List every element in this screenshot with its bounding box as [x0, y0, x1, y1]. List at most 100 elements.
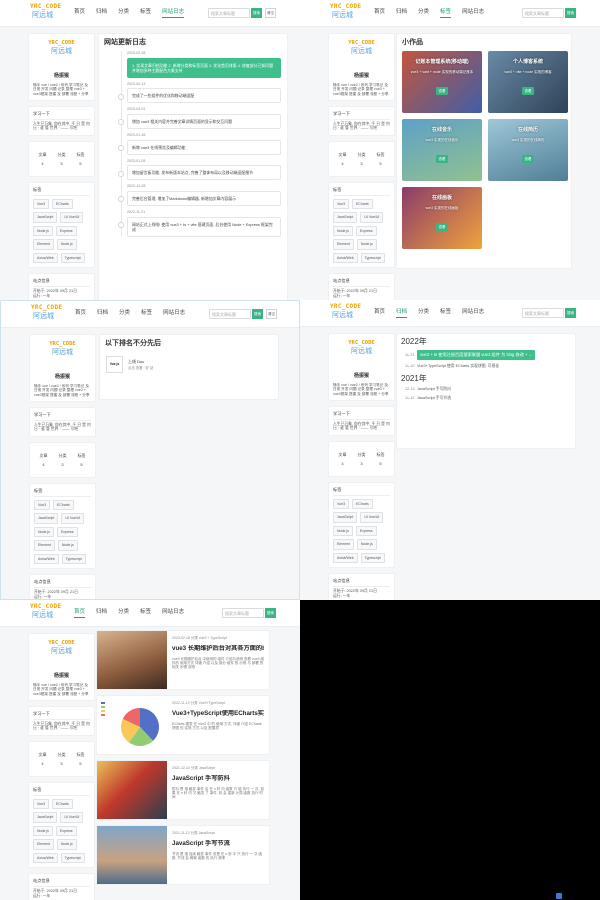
- tag-item[interactable]: Typescript: [60, 252, 85, 264]
- nav-category[interactable]: 分类: [119, 310, 130, 317]
- search-button[interactable]: 搜索: [252, 309, 263, 319]
- article-card[interactable]: 2021-12-10 分类 JavaScript JavaScript 手写防抖防…: [96, 760, 270, 820]
- tag-item[interactable]: Express: [56, 526, 78, 538]
- tag-item[interactable]: Axios/Web: [33, 252, 58, 264]
- view-button[interactable]: 查看: [436, 87, 448, 96]
- tag-item[interactable]: Axios/Web: [34, 553, 59, 565]
- work-tile[interactable]: 在线音乐 vue3 实现的在线音乐 查看: [402, 119, 482, 182]
- tag-item[interactable]: Element: [33, 839, 54, 850]
- nav-tags[interactable]: 标签: [440, 309, 451, 318]
- tag-item[interactable]: Node.js: [56, 839, 77, 850]
- tag-item[interactable]: Node.js: [34, 526, 54, 538]
- tag-item[interactable]: ECharts: [352, 198, 373, 210]
- article-card[interactable]: 2023-02-18 分类 vue3 + TypeScript vue3 长期维护…: [96, 630, 270, 690]
- article-card[interactable]: 2021-11-12 分类 JavaScript JavaScript 手写节流节…: [96, 825, 270, 885]
- archive-item[interactable]: 11-10 Vue3+TypeScript 使用 ECharts 实现饼图, 可视…: [397, 362, 575, 371]
- nav-site-log[interactable]: 网站日志: [162, 9, 185, 19]
- nav-site-log[interactable]: 网站日志: [162, 609, 184, 618]
- link-item[interactable]: Vue.js 上线 Doc 点击 查看 · 好 站: [100, 352, 278, 377]
- nav-site-log[interactable]: 网站日志: [163, 310, 185, 317]
- tag-item[interactable]: Axios/Web: [33, 852, 58, 864]
- tag-item[interactable]: Typescript: [360, 252, 385, 264]
- nav-tags[interactable]: 标签: [440, 9, 452, 19]
- stat-categories[interactable]: 分类 3: [59, 453, 67, 467]
- view-button[interactable]: 查看: [436, 223, 448, 232]
- work-tile[interactable]: 在线简历 vue3 实现的在线简历 查看: [488, 119, 568, 182]
- view-button[interactable]: 查看: [436, 155, 448, 164]
- tag-item[interactable]: Element: [333, 539, 354, 550]
- nav-home[interactable]: 首页: [374, 9, 385, 18]
- tag-item[interactable]: Express: [355, 225, 377, 237]
- article-title[interactable]: vue3 长期维护后台对其各方面的blog显示: [172, 645, 264, 653]
- article-thumbnail[interactable]: [97, 696, 167, 754]
- article-thumbnail[interactable]: [97, 631, 167, 689]
- nav-category[interactable]: 分类: [418, 309, 429, 318]
- tag-item[interactable]: Element: [34, 540, 55, 551]
- tag-item[interactable]: Typescript: [60, 852, 85, 864]
- nav-archive[interactable]: 归档: [96, 9, 107, 18]
- search-input[interactable]: 搜索文章标题: [209, 309, 251, 319]
- search-button[interactable]: 搜索: [251, 8, 262, 18]
- stat-categories[interactable]: 分类 3: [58, 752, 66, 766]
- nav-tags[interactable]: 标签: [140, 609, 151, 618]
- nav-home[interactable]: 首页: [74, 609, 86, 619]
- nav-site-log[interactable]: 网站日志: [462, 9, 484, 18]
- stat-articles[interactable]: 文章 4: [339, 452, 347, 466]
- search-input[interactable]: 搜索文章标题: [208, 8, 250, 18]
- tag-item[interactable]: JavaScript: [33, 212, 58, 223]
- tag-item[interactable]: Express: [55, 225, 77, 237]
- tag-item[interactable]: Vue3: [333, 198, 350, 210]
- tag-item[interactable]: Node.js: [356, 539, 377, 550]
- site-logo[interactable]: YRC_CODE 阿远城: [30, 3, 61, 23]
- tag-item[interactable]: Express: [355, 525, 377, 537]
- tag-item[interactable]: ECharts: [52, 198, 73, 210]
- tag-item[interactable]: Express: [55, 825, 77, 837]
- tag-item[interactable]: Node.js: [33, 225, 53, 237]
- archive-item[interactable]: 11-21 vue3 + ts 使用注册百度搜索联盟 vue3 组件 为 blog…: [397, 348, 575, 361]
- clear-button[interactable]: 清空: [266, 309, 277, 319]
- archive-item[interactable]: 12-10 JavaScript 手写防抖: [397, 385, 575, 394]
- tag-item[interactable]: JavaScript: [333, 512, 358, 523]
- stat-articles[interactable]: 文章 4: [39, 752, 47, 766]
- tag-item[interactable]: ECharts: [53, 499, 74, 511]
- search-button[interactable]: 搜索: [565, 308, 576, 318]
- article-title[interactable]: Vue3+TypeScript使用ECharts实现饼图, 可视: [172, 710, 264, 718]
- nav-home[interactable]: 首页: [75, 310, 86, 317]
- stat-tags[interactable]: 标签 5: [377, 152, 385, 166]
- tag-item[interactable]: UI Vue/UI: [61, 513, 85, 524]
- article-card[interactable]: 2022-11-10 分类 Vue3+TypeScript Vue3+TypeSc…: [96, 695, 270, 755]
- article-thumbnail[interactable]: [97, 826, 167, 884]
- tag-item[interactable]: JavaScript: [34, 513, 59, 524]
- nav-archive[interactable]: 归档: [96, 609, 107, 618]
- work-tile[interactable]: 在线画板 vue3 实现的在线画板 查看: [402, 187, 482, 250]
- tag-item[interactable]: ECharts: [352, 498, 373, 510]
- tag-item[interactable]: JavaScript: [333, 212, 358, 223]
- stat-categories[interactable]: 分类 3: [358, 152, 366, 166]
- tag-item[interactable]: UI Vue/UI: [60, 812, 84, 823]
- tag-item[interactable]: Axios/Web: [333, 552, 358, 564]
- search-button[interactable]: 搜索: [265, 608, 276, 618]
- stat-tags[interactable]: 标签 5: [77, 752, 85, 766]
- view-button[interactable]: 查看: [522, 87, 534, 96]
- nav-category[interactable]: 分类: [418, 9, 429, 18]
- tag-item[interactable]: Node.js: [356, 239, 377, 250]
- site-logo[interactable]: YRC_CODE 阿远城: [330, 303, 361, 323]
- tag-item[interactable]: UI Vue/UI: [360, 212, 384, 223]
- tag-item[interactable]: UI Vue/UI: [60, 212, 84, 223]
- tag-item[interactable]: Axios/Web: [333, 252, 358, 264]
- tag-item[interactable]: Element: [333, 239, 354, 250]
- stat-articles[interactable]: 文章 4: [39, 152, 47, 166]
- tag-item[interactable]: Vue3: [33, 198, 50, 210]
- tag-item[interactable]: Node.js: [333, 225, 353, 237]
- stat-tags[interactable]: 标签 5: [377, 452, 385, 466]
- stat-tags[interactable]: 标签 5: [78, 453, 86, 467]
- article-title[interactable]: JavaScript 手写节流: [172, 840, 264, 848]
- site-logo[interactable]: YRC_CODE 阿远城: [330, 3, 361, 23]
- tag-item[interactable]: Typescript: [61, 553, 86, 565]
- article-thumbnail[interactable]: [97, 761, 167, 819]
- clear-button[interactable]: 清空: [265, 8, 276, 18]
- site-logo[interactable]: YRC_CODE 阿远城: [30, 603, 61, 623]
- search-input[interactable]: 搜索文章标题: [522, 8, 564, 18]
- stat-articles[interactable]: 文章 4: [40, 453, 48, 467]
- nav-archive[interactable]: 归档: [97, 310, 108, 317]
